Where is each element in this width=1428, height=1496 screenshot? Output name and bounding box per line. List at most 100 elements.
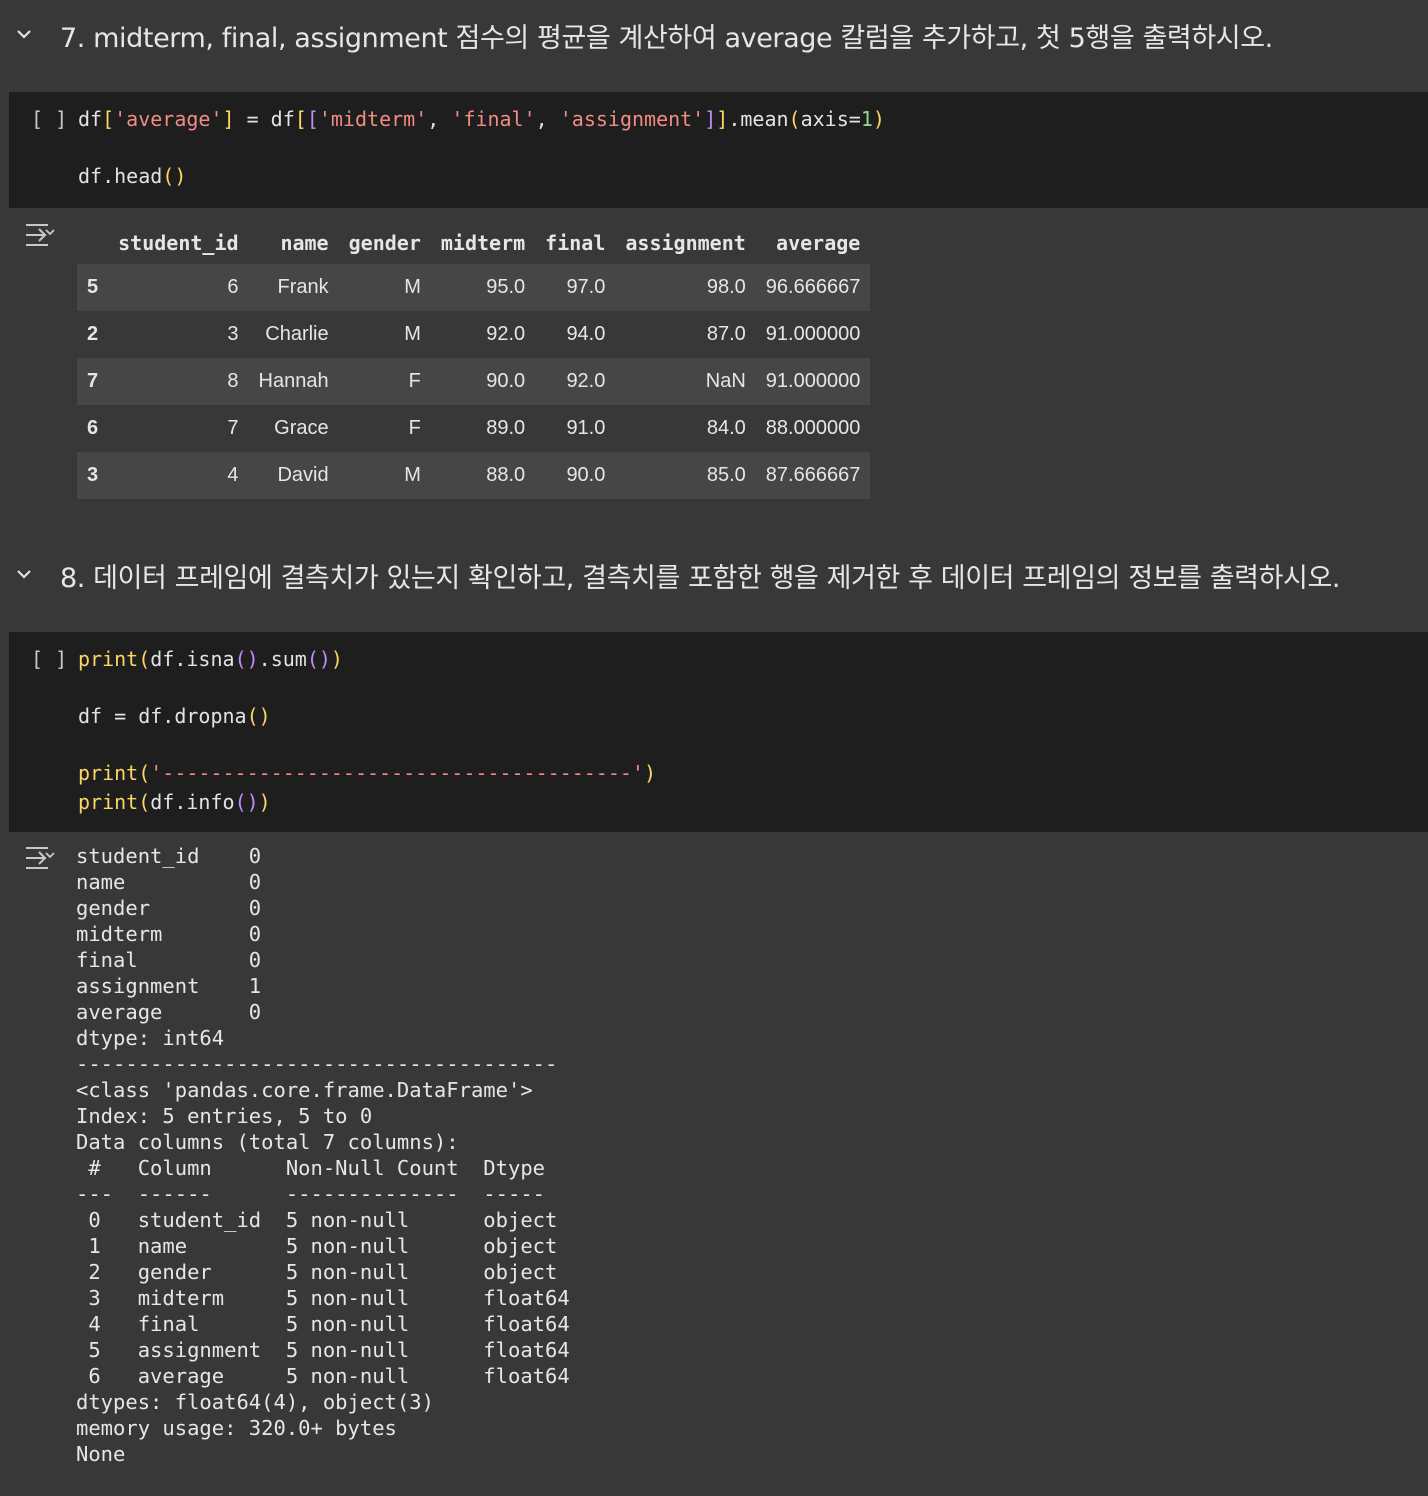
- table-cell: 88.000000: [755, 405, 871, 452]
- table-cell: 87.666667: [755, 452, 871, 499]
- table-cell: 91.000000: [755, 311, 871, 358]
- table-cell: Grace: [248, 405, 339, 452]
- output-line: dtype: int64: [76, 1026, 225, 1050]
- cell-output-text: student_id 0 name 0 gender 0 midterm 0 final…: [76, 843, 570, 1467]
- row-index: 2: [77, 311, 109, 358]
- output-line: dtypes: float64(4), object(3): [76, 1390, 434, 1414]
- output-toggle-icon[interactable]: [24, 222, 56, 248]
- table-cell: David: [248, 452, 339, 499]
- run-cell-button[interactable]: [ ]: [31, 647, 67, 671]
- table-cell: M: [338, 311, 431, 358]
- table-cell: 8: [108, 358, 249, 405]
- table-cell: 3: [108, 311, 249, 358]
- chevron-down-icon[interactable]: [14, 24, 34, 44]
- table-cell: 97.0: [535, 264, 616, 311]
- code-cell-8[interactable]: [ ] print(df.isna().sum()) df = df.dropn…: [9, 632, 1428, 832]
- column-header: assignment: [625, 231, 746, 255]
- column-header: gender: [348, 231, 421, 255]
- dataframe-table: student_id name gender midterm final assignme…: [77, 222, 871, 499]
- section-8-header: 8. 데이터 프레임에 결측치가 있는지 확인하고, 결측치를 포함한 행을 제…: [0, 540, 1428, 620]
- table-cell: 88.0: [430, 452, 536, 499]
- row-index: 7: [77, 358, 109, 405]
- code-line: print(df.info()): [78, 790, 271, 814]
- table-cell: 91.0: [535, 405, 616, 452]
- output-line: 3 midterm 5 non-null float64: [76, 1286, 570, 1310]
- output-line: 6 average 5 non-null float64: [76, 1364, 570, 1388]
- code-line: df = df.dropna(): [78, 704, 271, 728]
- chevron-down-icon[interactable]: [14, 564, 34, 584]
- table-cell: 89.0: [430, 405, 536, 452]
- column-header: midterm: [440, 231, 526, 255]
- table-cell: F: [338, 405, 431, 452]
- table-cell: 91.000000: [755, 358, 871, 405]
- column-header: name: [280, 231, 329, 255]
- table-row: 2 3 Charlie M 92.0 94.0 87.0 91.000000: [77, 311, 871, 358]
- row-index: 3: [77, 452, 109, 499]
- table-cell: 7: [108, 405, 249, 452]
- output-line: midterm 0: [76, 922, 262, 946]
- code-editor[interactable]: df['average'] = df[['midterm', 'final', …: [78, 107, 885, 203]
- table-cell: Frank: [248, 264, 339, 311]
- table-row: 7 8 Hannah F 90.0 92.0 NaN 91.000000: [77, 358, 871, 405]
- table-cell: 95.0: [430, 264, 536, 311]
- table-cell: 4: [108, 452, 249, 499]
- output-line: 2 gender 5 non-null object: [76, 1260, 570, 1284]
- table-cell: M: [338, 452, 431, 499]
- table-cell: 87.0: [615, 311, 756, 358]
- table-cell: NaN: [615, 358, 756, 405]
- table-cell: M: [338, 264, 431, 311]
- table-cell: 90.0: [535, 452, 616, 499]
- output-line: memory usage: 320.0+ bytes: [76, 1416, 397, 1440]
- table-cell: 6: [108, 264, 249, 311]
- code-line: print(df.isna().sum()): [78, 647, 343, 671]
- code-line: df['average'] = df[['midterm', 'final', …: [78, 107, 885, 131]
- table-row: 5 6 Frank M 95.0 97.0 98.0 96.666667: [77, 264, 871, 311]
- output-toggle-icon[interactable]: [24, 845, 56, 871]
- code-line: print('---------------------------------…: [78, 761, 656, 785]
- table-header-row: student_id name gender midterm final assignme…: [77, 222, 870, 264]
- table-cell: Hannah: [248, 358, 339, 405]
- table-row: 3 4 David M 88.0 90.0 85.0 87.666667: [77, 452, 871, 499]
- output-line: None: [76, 1442, 126, 1466]
- output-line: <class 'pandas.core.frame.DataFrame'>: [76, 1078, 533, 1102]
- output-line: --- ------ -------------- -----: [76, 1182, 570, 1206]
- output-line: name 0: [76, 870, 262, 894]
- code-line: df.head(): [78, 164, 187, 188]
- output-line: average 0: [76, 1000, 262, 1024]
- section-8-title: 8. 데이터 프레임에 결측치가 있는지 확인하고, 결측치를 포함한 행을 제…: [60, 563, 1341, 594]
- table-cell: 90.0: [430, 358, 536, 405]
- output-line: ---------------------------------------: [76, 1052, 558, 1076]
- section-7-header: 7. midterm, final, assignment 점수의 평균을 계산…: [0, 0, 1428, 80]
- column-header: student_id: [118, 231, 239, 255]
- table-cell: 92.0: [430, 311, 536, 358]
- table-cell: 96.666667: [755, 264, 871, 311]
- output-line: gender 0: [76, 896, 262, 920]
- code-cell-7[interactable]: [ ] df['average'] = df[['midterm', 'fina…: [9, 92, 1428, 208]
- index-header: [77, 222, 108, 264]
- table-cell: 84.0: [615, 405, 756, 452]
- output-line: final 0: [76, 948, 262, 972]
- table-cell: F: [338, 358, 431, 405]
- output-line: assignment 1: [76, 974, 262, 998]
- table-cell: Charlie: [248, 311, 339, 358]
- table-cell: 98.0: [615, 264, 756, 311]
- row-index: 5: [77, 264, 109, 311]
- output-line: student_id 0: [76, 844, 262, 868]
- output-line: Index: 5 entries, 5 to 0: [76, 1104, 373, 1128]
- column-header: final: [545, 231, 606, 255]
- row-index: 6: [77, 405, 109, 452]
- output-line: 5 assignment 5 non-null float64: [76, 1338, 570, 1362]
- table-row: 6 7 Grace F 89.0 91.0 84.0 88.000000: [77, 405, 871, 452]
- table-cell: 85.0: [615, 452, 756, 499]
- section-7-title: 7. midterm, final, assignment 점수의 평균을 계산…: [60, 23, 1273, 54]
- output-line: 4 final 5 non-null float64: [76, 1312, 570, 1336]
- output-line: 1 name 5 non-null object: [76, 1234, 570, 1258]
- code-editor[interactable]: print(df.isna().sum()) df = df.dropna() …: [78, 647, 656, 814]
- table-cell: 94.0: [535, 311, 616, 358]
- column-header: average: [776, 231, 861, 255]
- output-line: Data columns (total 7 columns):: [76, 1130, 459, 1154]
- output-line: 0 student_id 5 non-null object: [76, 1208, 570, 1232]
- table-cell: 92.0: [535, 358, 616, 405]
- output-line: # Column Non-Null Count Dtype: [76, 1156, 570, 1180]
- run-cell-button[interactable]: [ ]: [31, 107, 67, 131]
